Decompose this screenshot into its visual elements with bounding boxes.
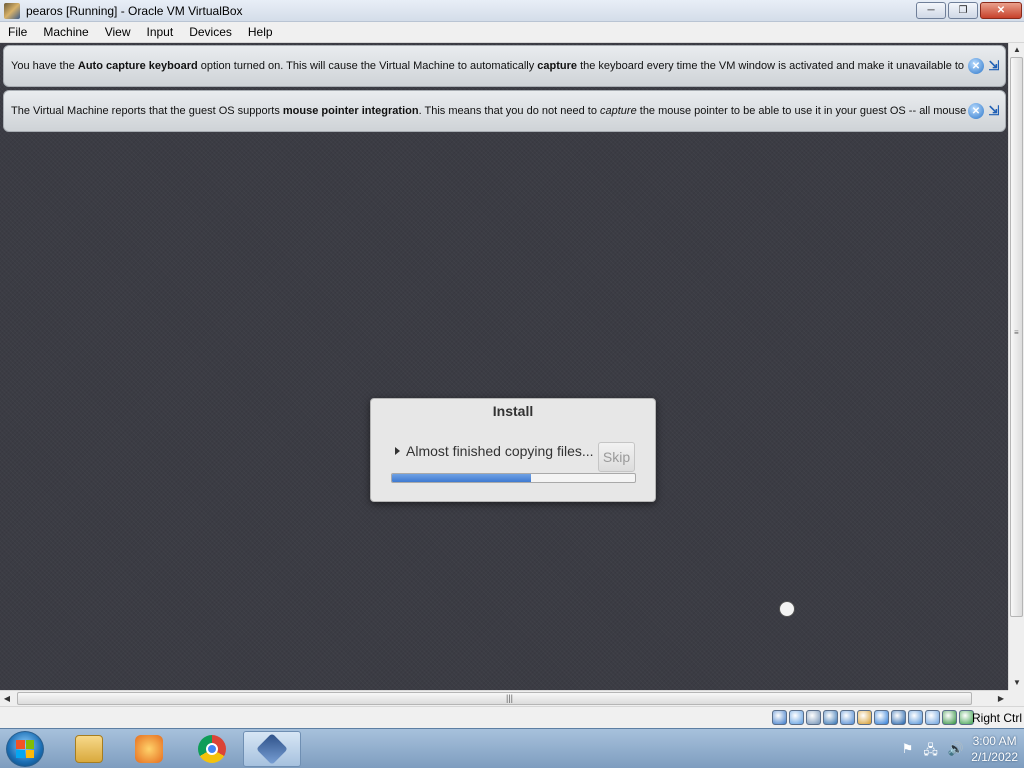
install-dialog: Install Almost finished copying files...…	[370, 398, 656, 502]
scrollbar-corner	[1008, 690, 1024, 706]
graphics-icon[interactable]	[908, 710, 923, 725]
expander-arrow-icon[interactable]	[395, 447, 400, 455]
virtualbox-app-icon	[4, 2, 20, 19]
maximize-button[interactable]: ❐	[948, 2, 978, 19]
skip-button[interactable]: Skip	[598, 442, 635, 472]
taskbar-chrome[interactable]	[183, 731, 241, 767]
optical-drive-icon[interactable]	[789, 710, 804, 725]
mouse-integration-notification: The Virtual Machine reports that the gue…	[3, 90, 1006, 132]
notification-close-icon[interactable]: ✕	[968, 58, 984, 74]
horizontal-scroll-thumb[interactable]: |||	[17, 692, 972, 705]
menu-devices[interactable]: Devices	[181, 22, 240, 43]
dialog-title: Install	[492, 403, 534, 419]
network-icon[interactable]	[823, 710, 838, 725]
taskbar-file-explorer[interactable]	[60, 731, 118, 767]
cpu-icon[interactable]	[925, 710, 940, 725]
clock-date: 2/1/2022	[971, 750, 1018, 764]
network-icon[interactable]: 🖧	[923, 741, 938, 763]
menu-help[interactable]: Help	[240, 22, 281, 43]
progress-fill	[392, 474, 531, 482]
taskbar-virtualbox[interactable]	[243, 731, 301, 767]
notification-close-icon[interactable]: ✕	[968, 103, 984, 119]
taskbar-media-player[interactable]	[120, 731, 178, 767]
notification-text-part: the mouse pointer to be able to use it i…	[636, 105, 967, 117]
windows-taskbar: ⚑ 🖧 🔊 3:00 AM 2/1/2022	[0, 728, 1024, 768]
install-progress-bar	[391, 473, 636, 483]
close-button[interactable]: ✕	[980, 2, 1022, 19]
virtualbox-icon	[256, 733, 288, 765]
menu-machine[interactable]: Machine	[35, 22, 96, 43]
notification-text: You have the Auto capture keyboard optio…	[11, 60, 964, 72]
window-controls: ─ ❐ ✕	[916, 2, 1022, 19]
mouse-integration-icon[interactable]	[942, 710, 957, 725]
notification-bold-text: capture	[537, 60, 578, 72]
notification-text-part: The Virtual Machine reports that the gue…	[11, 105, 283, 117]
vertical-scrollbar[interactable]: ▲ ≡ ▼	[1008, 43, 1024, 690]
horizontal-scrollbar[interactable]: ◀ ||| ▶	[0, 690, 1008, 706]
hard-disk-icon[interactable]	[772, 710, 787, 725]
display-icon[interactable]	[874, 710, 889, 725]
volume-icon[interactable]: 🔊	[948, 741, 964, 763]
menu-input[interactable]: Input	[139, 22, 182, 43]
menu-bar: File Machine View Input Devices Help	[0, 22, 1024, 43]
install-status-row[interactable]: Almost finished copying files...	[395, 443, 594, 459]
taskbar-clock[interactable]: 3:00 AM 2/1/2022	[971, 733, 1018, 765]
title-bar: pearos [Running] - Oracle VM VirtualBox …	[0, 0, 1024, 22]
vm-status-bar: Right Ctrl	[0, 706, 1024, 728]
scroll-up-icon[interactable]: ▲	[1009, 43, 1024, 57]
busy-cursor-icon	[779, 601, 795, 617]
chrome-icon	[198, 735, 226, 763]
menu-view[interactable]: View	[97, 22, 139, 43]
notification-text-part: You have the	[11, 60, 78, 72]
windows-logo-icon	[16, 740, 34, 758]
scroll-right-icon[interactable]: ▶	[994, 691, 1008, 707]
start-button[interactable]	[6, 731, 44, 767]
notification-dismiss-icon[interactable]: ⇲	[986, 58, 1002, 74]
scroll-left-icon[interactable]: ◀	[0, 691, 14, 707]
keyboard-capture-notification: You have the Auto capture keyboard optio…	[3, 45, 1006, 87]
notification-text-part: . This means that you do not need to	[418, 105, 600, 117]
action-center-flag-icon[interactable]: ⚑	[902, 741, 914, 763]
notification-bold-text: mouse pointer integration	[282, 105, 419, 117]
notification-text-part: the keyboard every time the VM window is…	[577, 60, 965, 72]
window-title: pearos [Running] - Oracle VM VirtualBox	[26, 3, 243, 18]
status-indicators	[772, 710, 974, 725]
vertical-scroll-thumb[interactable]: ≡	[1010, 57, 1023, 617]
system-tray: ⚑ 🖧 🔊	[902, 741, 964, 763]
video-capture-icon[interactable]	[891, 710, 906, 725]
notification-text-part: option turned on. This will cause the Vi…	[197, 60, 538, 72]
audio-icon[interactable]	[806, 710, 821, 725]
usb-icon[interactable]	[840, 710, 855, 725]
minimize-button[interactable]: ─	[916, 2, 946, 19]
clock-time: 3:00 AM	[972, 734, 1017, 748]
notification-dismiss-icon[interactable]: ⇲	[986, 103, 1002, 119]
shared-folders-icon[interactable]	[857, 710, 872, 725]
notification-italic-text: capture	[600, 105, 637, 117]
install-status-text: Almost finished copying files...	[406, 443, 594, 459]
scroll-down-icon[interactable]: ▼	[1009, 676, 1024, 690]
file-explorer-icon	[75, 735, 103, 763]
notification-text: The Virtual Machine reports that the gue…	[11, 105, 966, 117]
notification-bold-text: Auto capture keyboard	[77, 60, 198, 72]
media-player-icon	[135, 735, 163, 763]
host-key-label: Right Ctrl	[971, 711, 1022, 725]
menu-file[interactable]: File	[0, 22, 35, 43]
vm-display[interactable]: You have the Auto capture keyboard optio…	[0, 43, 1008, 690]
